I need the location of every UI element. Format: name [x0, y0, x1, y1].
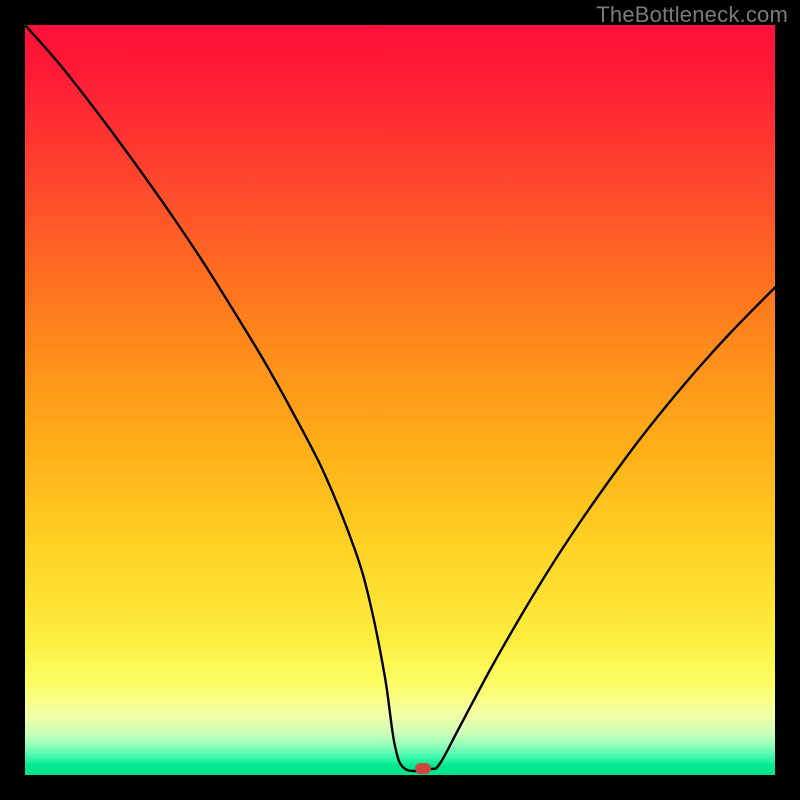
watermark-text: TheBottleneck.com — [596, 2, 788, 28]
chart-plot-area — [25, 25, 775, 775]
chart-frame: TheBottleneck.com — [0, 0, 800, 800]
bottleneck-marker — [415, 763, 431, 774]
